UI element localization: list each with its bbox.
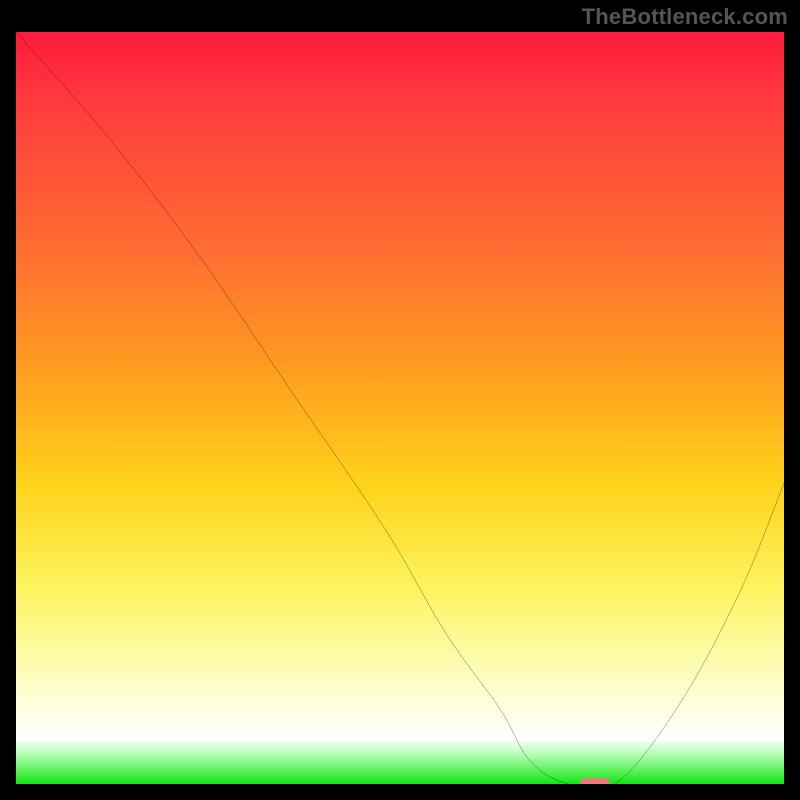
chart-frame: TheBottleneck.com bbox=[0, 0, 800, 800]
bottleneck-curve bbox=[16, 32, 784, 784]
optimum-marker bbox=[580, 778, 610, 786]
watermark-text: TheBottleneck.com bbox=[582, 4, 788, 30]
plot-area bbox=[14, 30, 786, 786]
